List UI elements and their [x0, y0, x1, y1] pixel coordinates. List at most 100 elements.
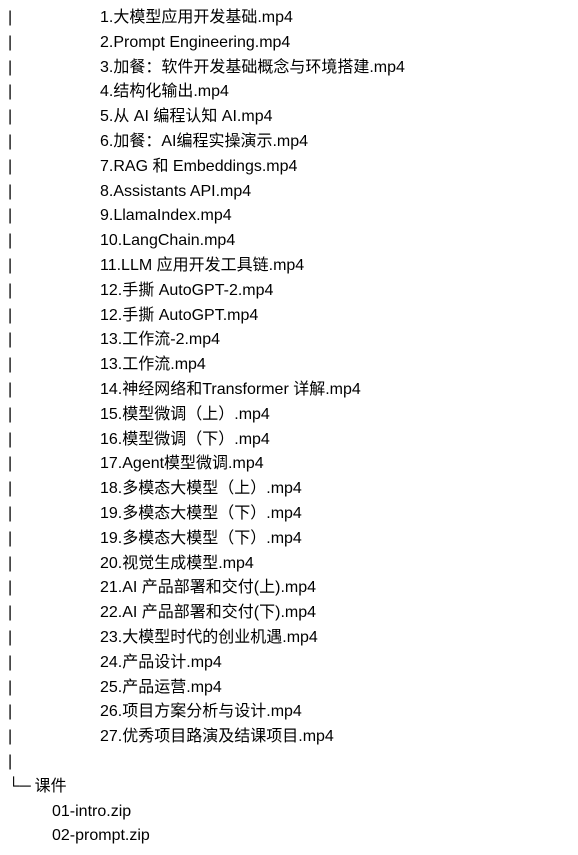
tree-row-file[interactable]: 02-prompt.zip	[4, 824, 574, 849]
file-name: 16.模型微调（下）.mp4	[100, 428, 270, 453]
tree-pipe: |	[4, 403, 52, 428]
tree-pipe: |	[4, 452, 52, 477]
file-name: 13.工作流.mp4	[100, 353, 206, 378]
file-name: 26.项目方案分析与设计.mp4	[100, 700, 302, 725]
tree-pipe: |	[4, 6, 52, 31]
tree-pipe: |	[4, 750, 52, 775]
tree-row-file[interactable]: | 18.多模态大模型（上）.mp4	[4, 477, 574, 502]
file-name: 15.模型微调（上）.mp4	[100, 403, 270, 428]
tree-row-file[interactable]: | 17.Agent模型微调.mp4	[4, 452, 574, 477]
tree-row-file[interactable]: | 3.加餐：软件开发基础概念与环境搭建.mp4	[4, 56, 574, 81]
tree-corner: └─	[4, 775, 35, 800]
tree-pipe: |	[4, 328, 52, 353]
tree-pipe: |	[4, 527, 52, 552]
tree-row-file[interactable]: | 6.加餐：AI编程实操演示.mp4	[4, 130, 574, 155]
tree-row-file[interactable]: | 20.视觉生成模型.mp4	[4, 552, 574, 577]
tree-pipe: |	[4, 552, 52, 577]
file-name: 12.手撕 AutoGPT.mp4	[100, 304, 258, 329]
tree-row-file[interactable]: | 23.大模型时代的创业机遇.mp4	[4, 626, 574, 651]
tree-row-file[interactable]: | 22.AI 产品部署和交付(下).mp4	[4, 601, 574, 626]
file-name: 5.从 AI 编程认知 AI.mp4	[100, 105, 273, 130]
file-name: 22.AI 产品部署和交付(下).mp4	[100, 601, 316, 626]
tree-pipe: |	[4, 56, 52, 81]
tree-pipe: |	[4, 700, 52, 725]
file-name: 20.视觉生成模型.mp4	[100, 552, 254, 577]
tree-row-file[interactable]: | 21.AI 产品部署和交付(上).mp4	[4, 576, 574, 601]
file-name: 10.LangChain.mp4	[100, 229, 235, 254]
tree-row-file[interactable]: | 16.模型微调（下）.mp4	[4, 428, 574, 453]
file-name: 19.多模态大模型（下）.mp4	[100, 502, 302, 527]
file-name: 17.Agent模型微调.mp4	[100, 452, 264, 477]
tree-row-file[interactable]: | 12.手撕 AutoGPT-2.mp4	[4, 279, 574, 304]
tree-row-file[interactable]: 01-intro.zip	[4, 800, 574, 825]
file-name: 21.AI 产品部署和交付(上).mp4	[100, 576, 316, 601]
tree-pipe: |	[4, 130, 52, 155]
tree-pipe: |	[4, 626, 52, 651]
tree-row-file[interactable]: | 25.产品运营.mp4	[4, 676, 574, 701]
tree-pipe: |	[4, 31, 52, 56]
tree-row-file[interactable]: | 13.工作流-2.mp4	[4, 328, 574, 353]
tree-pipe: |	[4, 725, 52, 750]
tree-row-file[interactable]: | 27.优秀项目路演及结课项目.mp4	[4, 725, 574, 750]
tree-row-dir[interactable]: └─课件	[4, 775, 574, 800]
tree-row-file[interactable]: | 13.工作流.mp4	[4, 353, 574, 378]
tree-pipe: |	[4, 576, 52, 601]
tree-pipe: |	[4, 477, 52, 502]
tree-pipe: |	[4, 279, 52, 304]
tree-pipe: |	[4, 180, 52, 205]
file-name: 9.LlamaIndex.mp4	[100, 204, 232, 229]
file-name: 25.产品运营.mp4	[100, 676, 222, 701]
file-name: 19.多模态大模型（下）.mp4	[100, 527, 302, 552]
tree-row-file[interactable]: | 15.模型微调（上）.mp4	[4, 403, 574, 428]
file-name: 13.工作流-2.mp4	[100, 328, 220, 353]
tree-pipe: |	[4, 254, 52, 279]
file-name: 8.Assistants API.mp4	[100, 180, 251, 205]
tree-pipe: |	[4, 428, 52, 453]
file-name: 12.手撕 AutoGPT-2.mp4	[100, 279, 273, 304]
file-name: 18.多模态大模型（上）.mp4	[100, 477, 302, 502]
tree-row-blank: |	[4, 750, 574, 775]
tree-pipe: |	[4, 80, 52, 105]
file-tree: | 1.大模型应用开发基础.mp4 | 2.Prompt Engineering.mp…	[4, 6, 574, 849]
tree-row-file[interactable]: | 5.从 AI 编程认知 AI.mp4	[4, 105, 574, 130]
tree-row-file[interactable]: | 7.RAG 和 Embeddings.mp4	[4, 155, 574, 180]
file-name: 3.加餐：软件开发基础概念与环境搭建.mp4	[100, 56, 405, 81]
dir-name: 课件	[35, 775, 67, 800]
tree-pipe: |	[4, 229, 52, 254]
tree-row-file[interactable]: | 8.Assistants API.mp4	[4, 180, 574, 205]
tree-row-file[interactable]: | 26.项目方案分析与设计.mp4	[4, 700, 574, 725]
file-name: 1.大模型应用开发基础.mp4	[100, 6, 293, 31]
tree-row-file[interactable]: | 2.Prompt Engineering.mp4	[4, 31, 574, 56]
tree-pipe: |	[4, 378, 52, 403]
tree-row-file[interactable]: | 19.多模态大模型（下）.mp4	[4, 502, 574, 527]
tree-pipe: |	[4, 502, 52, 527]
file-name: 7.RAG 和 Embeddings.mp4	[100, 155, 297, 180]
tree-row-file[interactable]: | 4.结构化输出.mp4	[4, 80, 574, 105]
file-name: 02-prompt.zip	[52, 824, 150, 849]
file-name: 01-intro.zip	[52, 800, 131, 825]
tree-pipe: |	[4, 601, 52, 626]
tree-row-file[interactable]: | 14.神经网络和Transformer 详解.mp4	[4, 378, 574, 403]
tree-row-file[interactable]: | 1.大模型应用开发基础.mp4	[4, 6, 574, 31]
file-name: 24.产品设计.mp4	[100, 651, 222, 676]
file-name: 23.大模型时代的创业机遇.mp4	[100, 626, 318, 651]
tree-pipe: |	[4, 155, 52, 180]
tree-pipe: |	[4, 204, 52, 229]
tree-pipe: |	[4, 651, 52, 676]
tree-row-file[interactable]: | 11.LLM 应用开发工具链.mp4	[4, 254, 574, 279]
tree-row-file[interactable]: | 12.手撕 AutoGPT.mp4	[4, 304, 574, 329]
file-name: 4.结构化输出.mp4	[100, 80, 229, 105]
tree-row-file[interactable]: | 19.多模态大模型（下）.mp4	[4, 527, 574, 552]
tree-pipe: |	[4, 105, 52, 130]
tree-row-file[interactable]: | 24.产品设计.mp4	[4, 651, 574, 676]
file-name: 2.Prompt Engineering.mp4	[100, 31, 290, 56]
tree-pipe: |	[4, 304, 52, 329]
tree-pipe: |	[4, 353, 52, 378]
file-name: 27.优秀项目路演及结课项目.mp4	[100, 725, 334, 750]
file-name: 11.LLM 应用开发工具链.mp4	[100, 254, 304, 279]
tree-row-file[interactable]: | 9.LlamaIndex.mp4	[4, 204, 574, 229]
tree-pipe: |	[4, 676, 52, 701]
file-name: 14.神经网络和Transformer 详解.mp4	[100, 378, 361, 403]
file-name: 6.加餐：AI编程实操演示.mp4	[100, 130, 308, 155]
tree-row-file[interactable]: | 10.LangChain.mp4	[4, 229, 574, 254]
